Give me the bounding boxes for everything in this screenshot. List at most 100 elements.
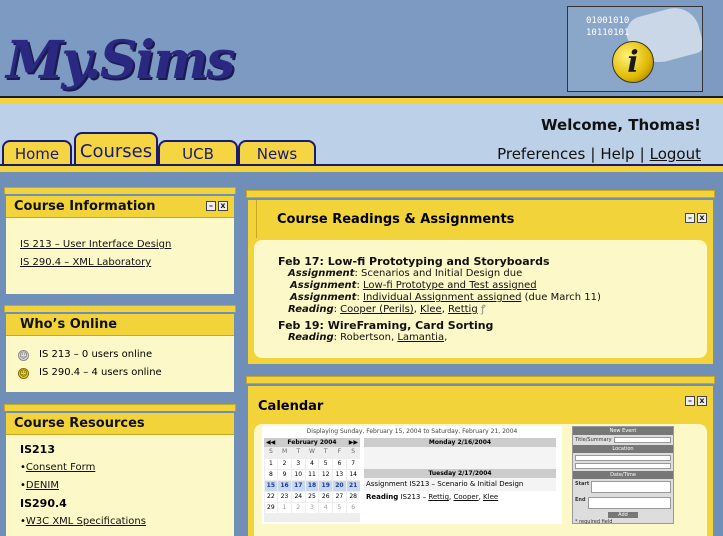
calendar-day[interactable]: 2	[278, 458, 291, 469]
location-input-2[interactable]	[575, 463, 671, 469]
calendar-day[interactable]: 18	[305, 480, 319, 491]
klee-link[interactable]: Klee	[420, 304, 442, 315]
calendar-day[interactable]: 29	[264, 502, 278, 513]
minimize-icon[interactable]: –	[206, 201, 216, 211]
w3c-xml-link[interactable]: W3C XML Specifications	[26, 516, 146, 527]
calendar-day[interactable]: 1	[278, 502, 291, 513]
readings-header: Course Readings & Assignments – x	[256, 200, 713, 238]
cooper-perils-link[interactable]: Cooper (Perils)	[340, 304, 414, 315]
rettig-link[interactable]: Rettig	[428, 493, 449, 501]
calendar-day[interactable]: 15	[264, 480, 278, 491]
summary-input[interactable]	[613, 437, 671, 443]
online-count-is213: IS 213 – 0 users online	[39, 349, 153, 360]
calendar-title: Calendar	[258, 399, 324, 414]
reading-row: Reading: Robertson, Lamantia,	[278, 332, 707, 344]
lofi-prototype-link[interactable]: Low-fi Prototype and Test assigned	[363, 280, 537, 291]
calendar-header: Calendar – x	[248, 386, 713, 414]
close-icon[interactable]: x	[697, 396, 707, 406]
mysims-logo[interactable]: My.Sims	[6, 30, 236, 91]
info-logo-image: 01001010 10110101 i	[567, 6, 703, 92]
calendar-day[interactable]: 5	[319, 458, 333, 469]
assignment-text: : Scenarios and Initial Design due	[354, 268, 523, 279]
calendar-day[interactable]: 21	[346, 480, 360, 491]
start-row: Start	[573, 479, 673, 495]
list-item: •W3C XML Specifications	[20, 516, 146, 527]
start-date-select[interactable]	[591, 481, 671, 493]
month-header: ◀◀ February 2004 ▶▶	[264, 438, 360, 447]
calendar-day[interactable]: 25	[305, 491, 319, 502]
calendar-topstrip	[246, 376, 715, 384]
calendar-day[interactable]: 7	[346, 458, 360, 469]
window-controls: – x	[685, 213, 707, 223]
minimize-icon[interactable]: –	[685, 213, 695, 223]
datetime-header: Date/Time	[573, 471, 673, 479]
resource-group-is2904: IS290.4	[20, 497, 67, 510]
calendar-day[interactable]: 12	[319, 469, 333, 480]
attachment-icon[interactable]: ꝭ	[481, 304, 486, 315]
resources-header: Course Resources	[6, 413, 234, 435]
course-link-is2904[interactable]: IS 290.4 – XML Laboratory	[20, 254, 220, 272]
calendar-day[interactable]: 2	[291, 502, 305, 513]
calendar-day[interactable]: 28	[346, 491, 360, 502]
cooper-link[interactable]: Cooper	[454, 493, 479, 501]
logout-link[interactable]: Logout	[650, 145, 701, 163]
calendar-day[interactable]: 17	[291, 480, 305, 491]
form-row: Title/Summary	[573, 435, 673, 445]
calendar-day[interactable]: 20	[333, 480, 346, 491]
close-icon[interactable]: x	[218, 201, 228, 211]
binary-digits: 01001010 10110101	[586, 16, 630, 38]
tab-home[interactable]: Home	[2, 140, 72, 164]
individual-assignment-link[interactable]: Individual Assignment assigned	[363, 292, 521, 303]
end-date-select[interactable]	[587, 497, 671, 509]
denim-link[interactable]: DENIM	[26, 480, 59, 491]
calendar-day[interactable]: 3	[305, 502, 319, 513]
calendar-day[interactable]: 27	[333, 491, 346, 502]
calendar-day[interactable]: 13	[333, 469, 346, 480]
tab-news[interactable]: News	[238, 140, 316, 164]
calendar-day[interactable]: 3	[291, 458, 305, 469]
calendar-day[interactable]: 1	[264, 458, 278, 469]
calendar-range: Displaying Sunday, February 15, 2004 to …	[306, 428, 518, 435]
start-label: Start	[575, 481, 590, 487]
calendar-day[interactable]: 9	[278, 469, 291, 480]
help-link[interactable]: Help	[600, 145, 634, 163]
consent-form-link[interactable]: Consent Form	[26, 462, 95, 473]
list-item: •DENIM	[20, 480, 59, 491]
reading-text: IS213 –	[398, 493, 429, 501]
new-event-title: New Event	[573, 427, 673, 435]
calendar-day[interactable]: 6	[333, 458, 346, 469]
calendar-day[interactable]: 24	[291, 491, 305, 502]
calendar-day[interactable]: 26	[319, 491, 333, 502]
calendar-day[interactable]: 4	[305, 458, 319, 469]
tuesday-reading: Reading IS213 – Rettig, Cooper, Klee	[366, 493, 499, 501]
calendar-day[interactable]: 14	[346, 469, 360, 480]
close-icon[interactable]: x	[697, 213, 707, 223]
lamantia-link[interactable]: Lamantia	[397, 332, 444, 343]
rettig-link[interactable]: Rettig	[448, 304, 478, 315]
mini-month: ◀◀ February 2004 ▶▶ SMTWTFS 1 2 3 4 5 6 7 8 9 10 11 1…	[264, 438, 360, 522]
next-month-icon[interactable]: ▶▶	[349, 439, 358, 446]
minimize-icon[interactable]: –	[685, 396, 695, 406]
preferences-link[interactable]: Preferences	[497, 145, 585, 163]
course-info-title: Course Information	[14, 199, 156, 214]
end-label: End	[575, 497, 586, 503]
tuesday-item[interactable]: Assignment IS213 – Scenario & Initial De…	[364, 478, 556, 491]
calendar-day[interactable]: 5	[333, 502, 346, 513]
calendar-day[interactable]: 4	[319, 502, 333, 513]
prev-month-icon[interactable]: ◀◀	[266, 439, 275, 446]
calendar-day[interactable]: 11	[305, 469, 319, 480]
course-link-is213[interactable]: IS 213 – User Interface Design	[20, 236, 220, 254]
calendar-day[interactable]: 19	[319, 480, 333, 491]
calendar-day[interactable]: 6	[346, 502, 360, 513]
reading-label: Reading	[288, 332, 334, 343]
tab-courses[interactable]: Courses	[74, 132, 158, 166]
klee-link[interactable]: Klee	[483, 493, 498, 501]
calendar-day[interactable]: 8	[264, 469, 278, 480]
calendar-day[interactable]: 22	[264, 491, 278, 502]
calendar-day[interactable]: 16	[278, 480, 291, 491]
tab-ucb[interactable]: UCB	[158, 140, 238, 164]
add-event-button[interactable]: Add	[608, 512, 638, 518]
location-input[interactable]	[575, 455, 671, 461]
calendar-day[interactable]: 23	[278, 491, 291, 502]
calendar-day[interactable]: 10	[291, 469, 305, 480]
